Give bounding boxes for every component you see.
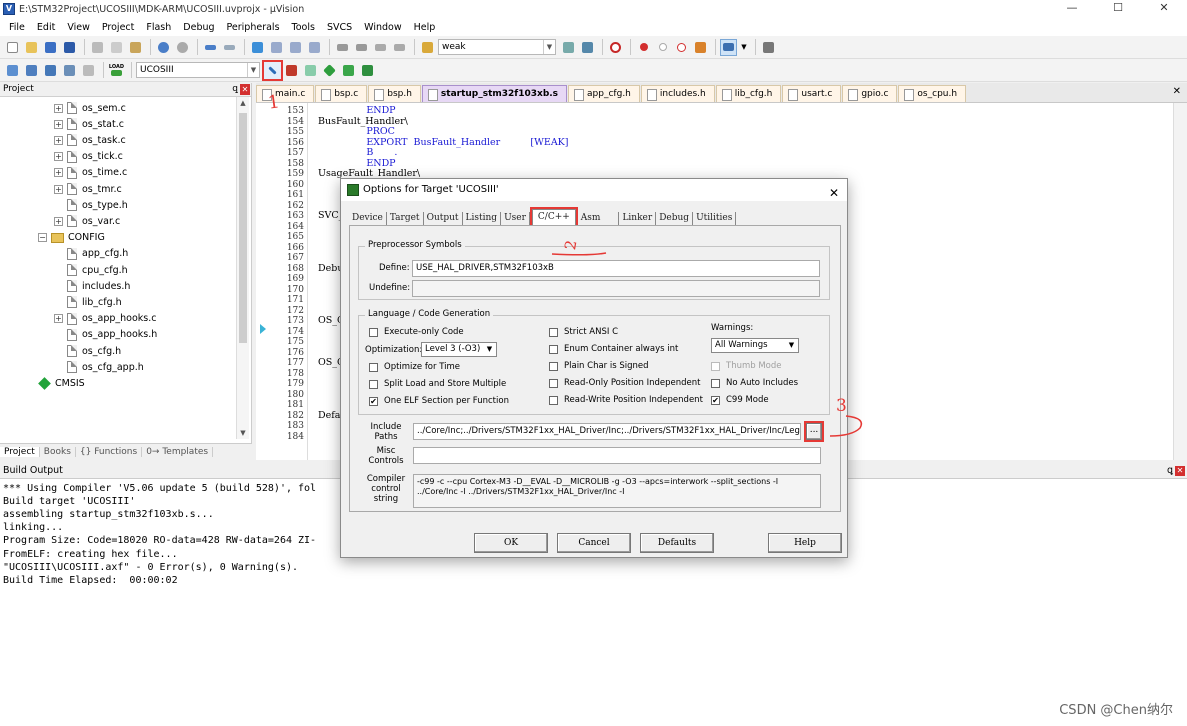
uvision-window: V E:\STM32Project\UCOSIII\MDK-ARM\UCOSII… [0, 0, 1187, 726]
annotation-strokes [551, 252, 863, 437]
annotation-arrow [829, 415, 863, 437]
annotation-underline [551, 252, 607, 256]
